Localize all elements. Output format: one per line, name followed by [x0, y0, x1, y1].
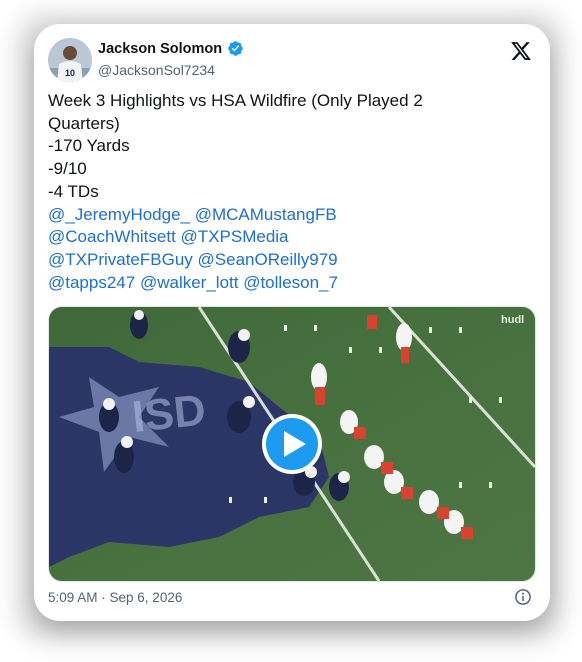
video-player[interactable]: ISD hudl [48, 306, 536, 582]
display-name[interactable]: Jackson Solomon [98, 41, 222, 57]
mention-link[interactable]: @walker_lott [140, 273, 239, 292]
verified-badge-icon [228, 41, 243, 56]
author-handle[interactable]: @JacksonSol7234 [98, 62, 215, 78]
author-name-row: Jackson Solomon [98, 40, 244, 57]
tweet-timestamp[interactable]: 5:09 AM · Sep 6, 2026 [48, 590, 182, 605]
tweet-line: Quarters) [48, 113, 120, 133]
mention-line: @TXPrivateFBGuy @SeanOReilly979 [48, 249, 538, 272]
play-button-icon[interactable] [262, 414, 322, 474]
mention-link[interactable]: @tapps247 [48, 273, 135, 292]
mention-link[interactable]: @MCAMustangFB [195, 205, 337, 224]
tweet-line: -9/10 [48, 159, 87, 179]
mention-line: @CoachWhitsett @TXPSMedia [48, 226, 538, 249]
mention-link[interactable]: @TXPrivateFBGuy [48, 250, 193, 269]
x-logo-icon[interactable] [510, 40, 532, 62]
tweet-line: Week 3 Highlights vs HSA Wildfire (Only … [48, 91, 423, 110]
mention-link[interactable]: @_JeremyHodge_ [48, 205, 190, 224]
mention-line: @_JeremyHodge_ @MCAMustangFB [48, 204, 538, 227]
tweet-card: 10 Jackson Solomon @JacksonSol7234 Week … [34, 24, 550, 621]
mention-link[interactable]: @SeanOReilly979 [198, 250, 338, 269]
video-watermark: hudl [501, 314, 524, 326]
info-icon[interactable] [514, 588, 532, 606]
mention-link[interactable]: @TXPSMedia [181, 227, 289, 246]
tweet-line: -170 Yards [48, 136, 130, 156]
tweet-line: -4 TDs [48, 181, 99, 201]
svg-text:10: 10 [65, 68, 75, 78]
avatar[interactable]: 10 [48, 38, 92, 82]
tweet-text: Week 3 Highlights vs HSA Wildfire (Only … [48, 90, 538, 294]
video-frame: ISD hudl [49, 307, 535, 581]
mention-link[interactable]: @CoachWhitsett [48, 227, 176, 246]
field-logo-text: ISD [130, 386, 208, 442]
mention-line: @tapps247 @walker_lott @tolleson_7 [48, 272, 538, 295]
mention-link[interactable]: @tolleson_7 [243, 273, 338, 292]
